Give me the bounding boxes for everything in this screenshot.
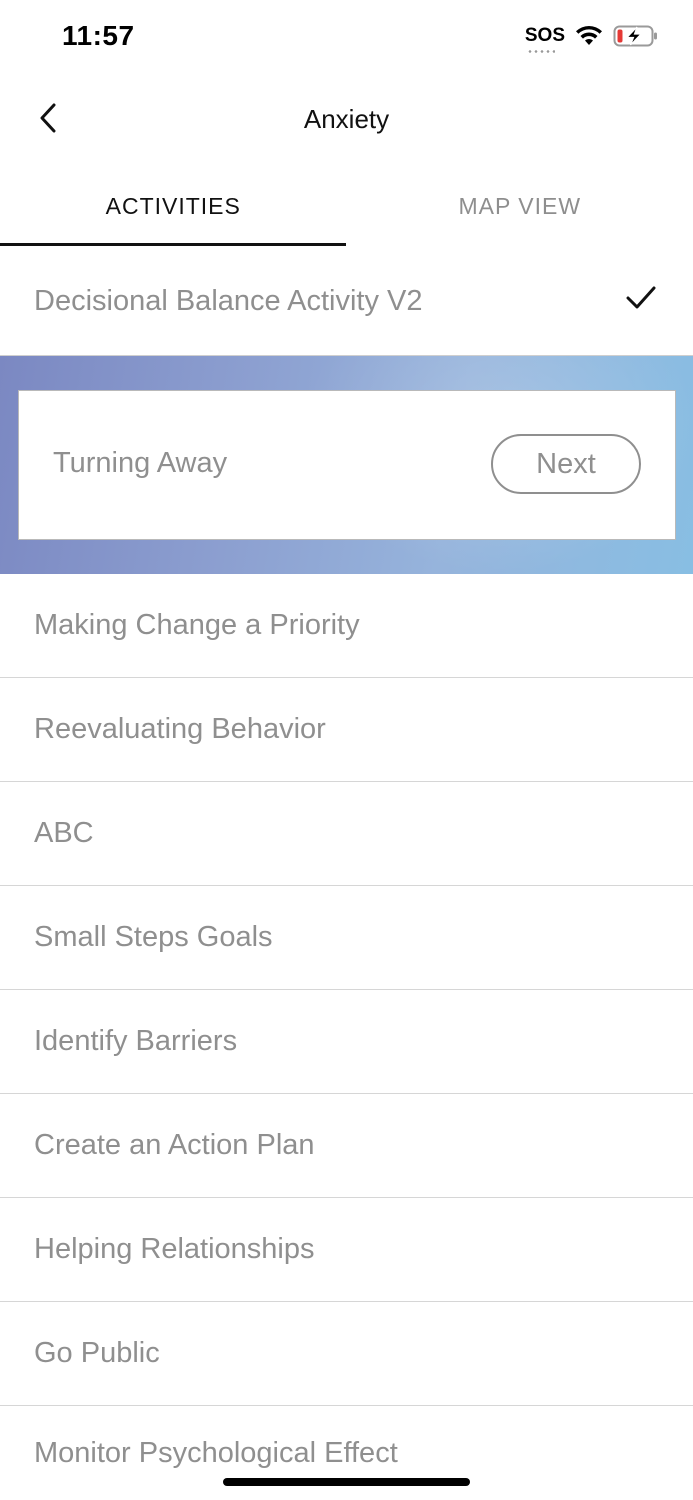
list-item-label: Reevaluating Behavior	[34, 713, 326, 745]
active-tab-indicator	[0, 243, 346, 246]
completed-activity-row[interactable]: Decisional Balance Activity V2	[0, 248, 693, 356]
list-item[interactable]: Create an Action Plan	[0, 1094, 693, 1198]
list-item-label: Identify Barriers	[34, 1025, 238, 1057]
list-item-label: Decisional Balance Activity V2	[34, 285, 423, 317]
list-item[interactable]: Identify Barriers	[0, 990, 693, 1094]
current-activity-banner: Turning Away Next	[0, 356, 693, 574]
list-item-label: Go Public	[34, 1337, 160, 1369]
status-time: 11:57	[62, 20, 135, 51]
sos-indicator: SOS	[525, 25, 565, 53]
checkmark-icon	[625, 285, 657, 319]
next-button[interactable]: Next	[491, 434, 641, 494]
wifi-icon	[575, 25, 603, 52]
status-bar: 11:57 SOS	[0, 0, 693, 76]
list-item-label: Small Steps Goals	[34, 921, 273, 953]
current-activity-label: Turning Away	[53, 447, 228, 479]
list-item-label: Helping Relationships	[34, 1233, 315, 1265]
list-item-label: Monitor Psychological Effect	[34, 1436, 398, 1469]
nav-bar: Anxiety	[0, 80, 693, 162]
page-title: Anxiety	[303, 104, 390, 134]
tab-map-view[interactable]: MAP VIEW	[347, 165, 693, 247]
list-item-label: ABC	[34, 817, 94, 849]
list-item[interactable]: Helping Relationships	[0, 1198, 693, 1302]
signal-dots-icon	[526, 49, 555, 53]
home-indicator[interactable]	[223, 1478, 470, 1486]
list-item[interactable]: ABC	[0, 782, 693, 886]
list-item[interactable]: Go Public	[0, 1302, 693, 1406]
list-item[interactable]: Making Change a Priority	[0, 574, 693, 678]
list-item-label: Create an Action Plan	[34, 1129, 315, 1161]
list-item-label: Making Change a Priority	[34, 609, 360, 641]
sos-label: SOS	[524, 24, 565, 46]
status-icons: SOS	[525, 24, 659, 53]
list-item[interactable]: Small Steps Goals	[0, 886, 693, 990]
tab-activities[interactable]: ACTIVITIES	[0, 165, 347, 247]
battery-charging-icon	[613, 24, 659, 53]
current-activity-card: Turning Away Next	[18, 390, 676, 540]
tab-bar: ACTIVITIES MAP VIEW	[0, 165, 693, 247]
list-item[interactable]: Reevaluating Behavior	[0, 678, 693, 782]
